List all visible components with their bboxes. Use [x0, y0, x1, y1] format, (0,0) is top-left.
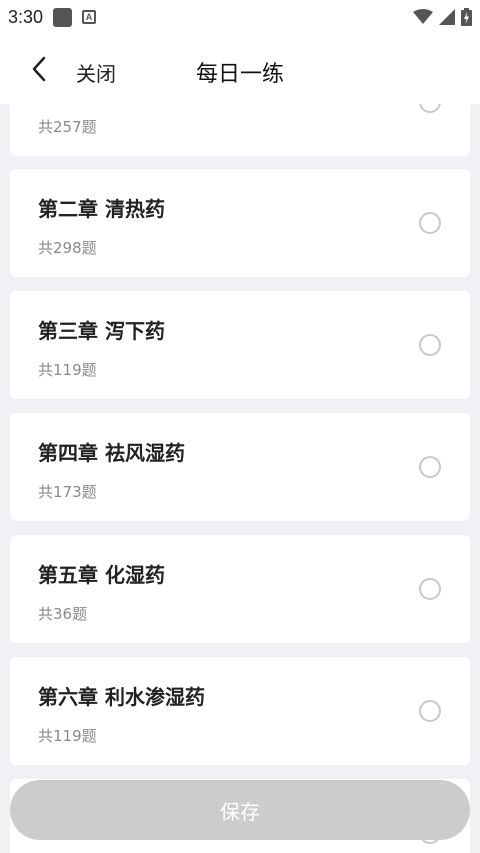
chapter-card[interactable]: 第二章 清热药 共298题 — [10, 169, 470, 277]
chapter-radio[interactable] — [419, 700, 441, 722]
chapter-radio[interactable] — [419, 456, 441, 478]
page-title: 每日一练 — [195, 62, 284, 87]
chapter-question-count: 共119题 — [38, 727, 97, 745]
chapter-question-count: 共173题 — [38, 483, 97, 501]
chapter-card[interactable]: 第六章 利水渗湿药 共119题 — [10, 657, 470, 765]
chapter-title: 第六章 利水渗湿药 — [38, 685, 205, 709]
chapter-title: 第二章 清热药 — [38, 197, 165, 221]
chapter-radio[interactable] — [419, 578, 441, 600]
notification-square-icon — [53, 7, 73, 27]
chapter-card[interactable]: 第三章 泻下药 共119题 — [10, 291, 470, 399]
chapter-card[interactable]: 第四章 祛风湿药 共173题 — [10, 413, 470, 521]
signal-icon — [439, 9, 455, 25]
chapter-question-count: 共257题 — [38, 118, 97, 136]
chapter-list[interactable]: 共257题 第二章 清热药 共298题 第三章 泻下药 共119题 第四章 祛风… — [0, 104, 480, 853]
chapter-radio[interactable] — [419, 104, 441, 113]
chapter-title: 第五章 化湿药 — [38, 563, 165, 587]
chapter-question-count: 共298题 — [38, 239, 97, 257]
battery-icon — [461, 8, 472, 26]
chapter-card[interactable]: 共257题 — [10, 104, 470, 156]
chapter-question-count: 共36题 — [38, 605, 88, 623]
status-time: 3:30 — [8, 6, 44, 27]
app-header: 关闭 每日一练 — [0, 34, 480, 104]
a-app-icon: A — [82, 10, 97, 24]
chapter-radio[interactable] — [419, 334, 441, 356]
chapter-title: 第四章 祛风湿药 — [38, 441, 185, 465]
status-bar: 3:30 A — [0, 0, 480, 34]
chapter-card[interactable]: 第五章 化湿药 共36题 — [10, 535, 470, 643]
wifi-icon — [413, 9, 433, 24]
chapter-title: 第三章 泻下药 — [38, 319, 165, 343]
save-button[interactable]: 保存 — [10, 780, 470, 840]
chapter-question-count: 共119题 — [38, 361, 97, 379]
chapter-radio[interactable] — [419, 212, 441, 234]
